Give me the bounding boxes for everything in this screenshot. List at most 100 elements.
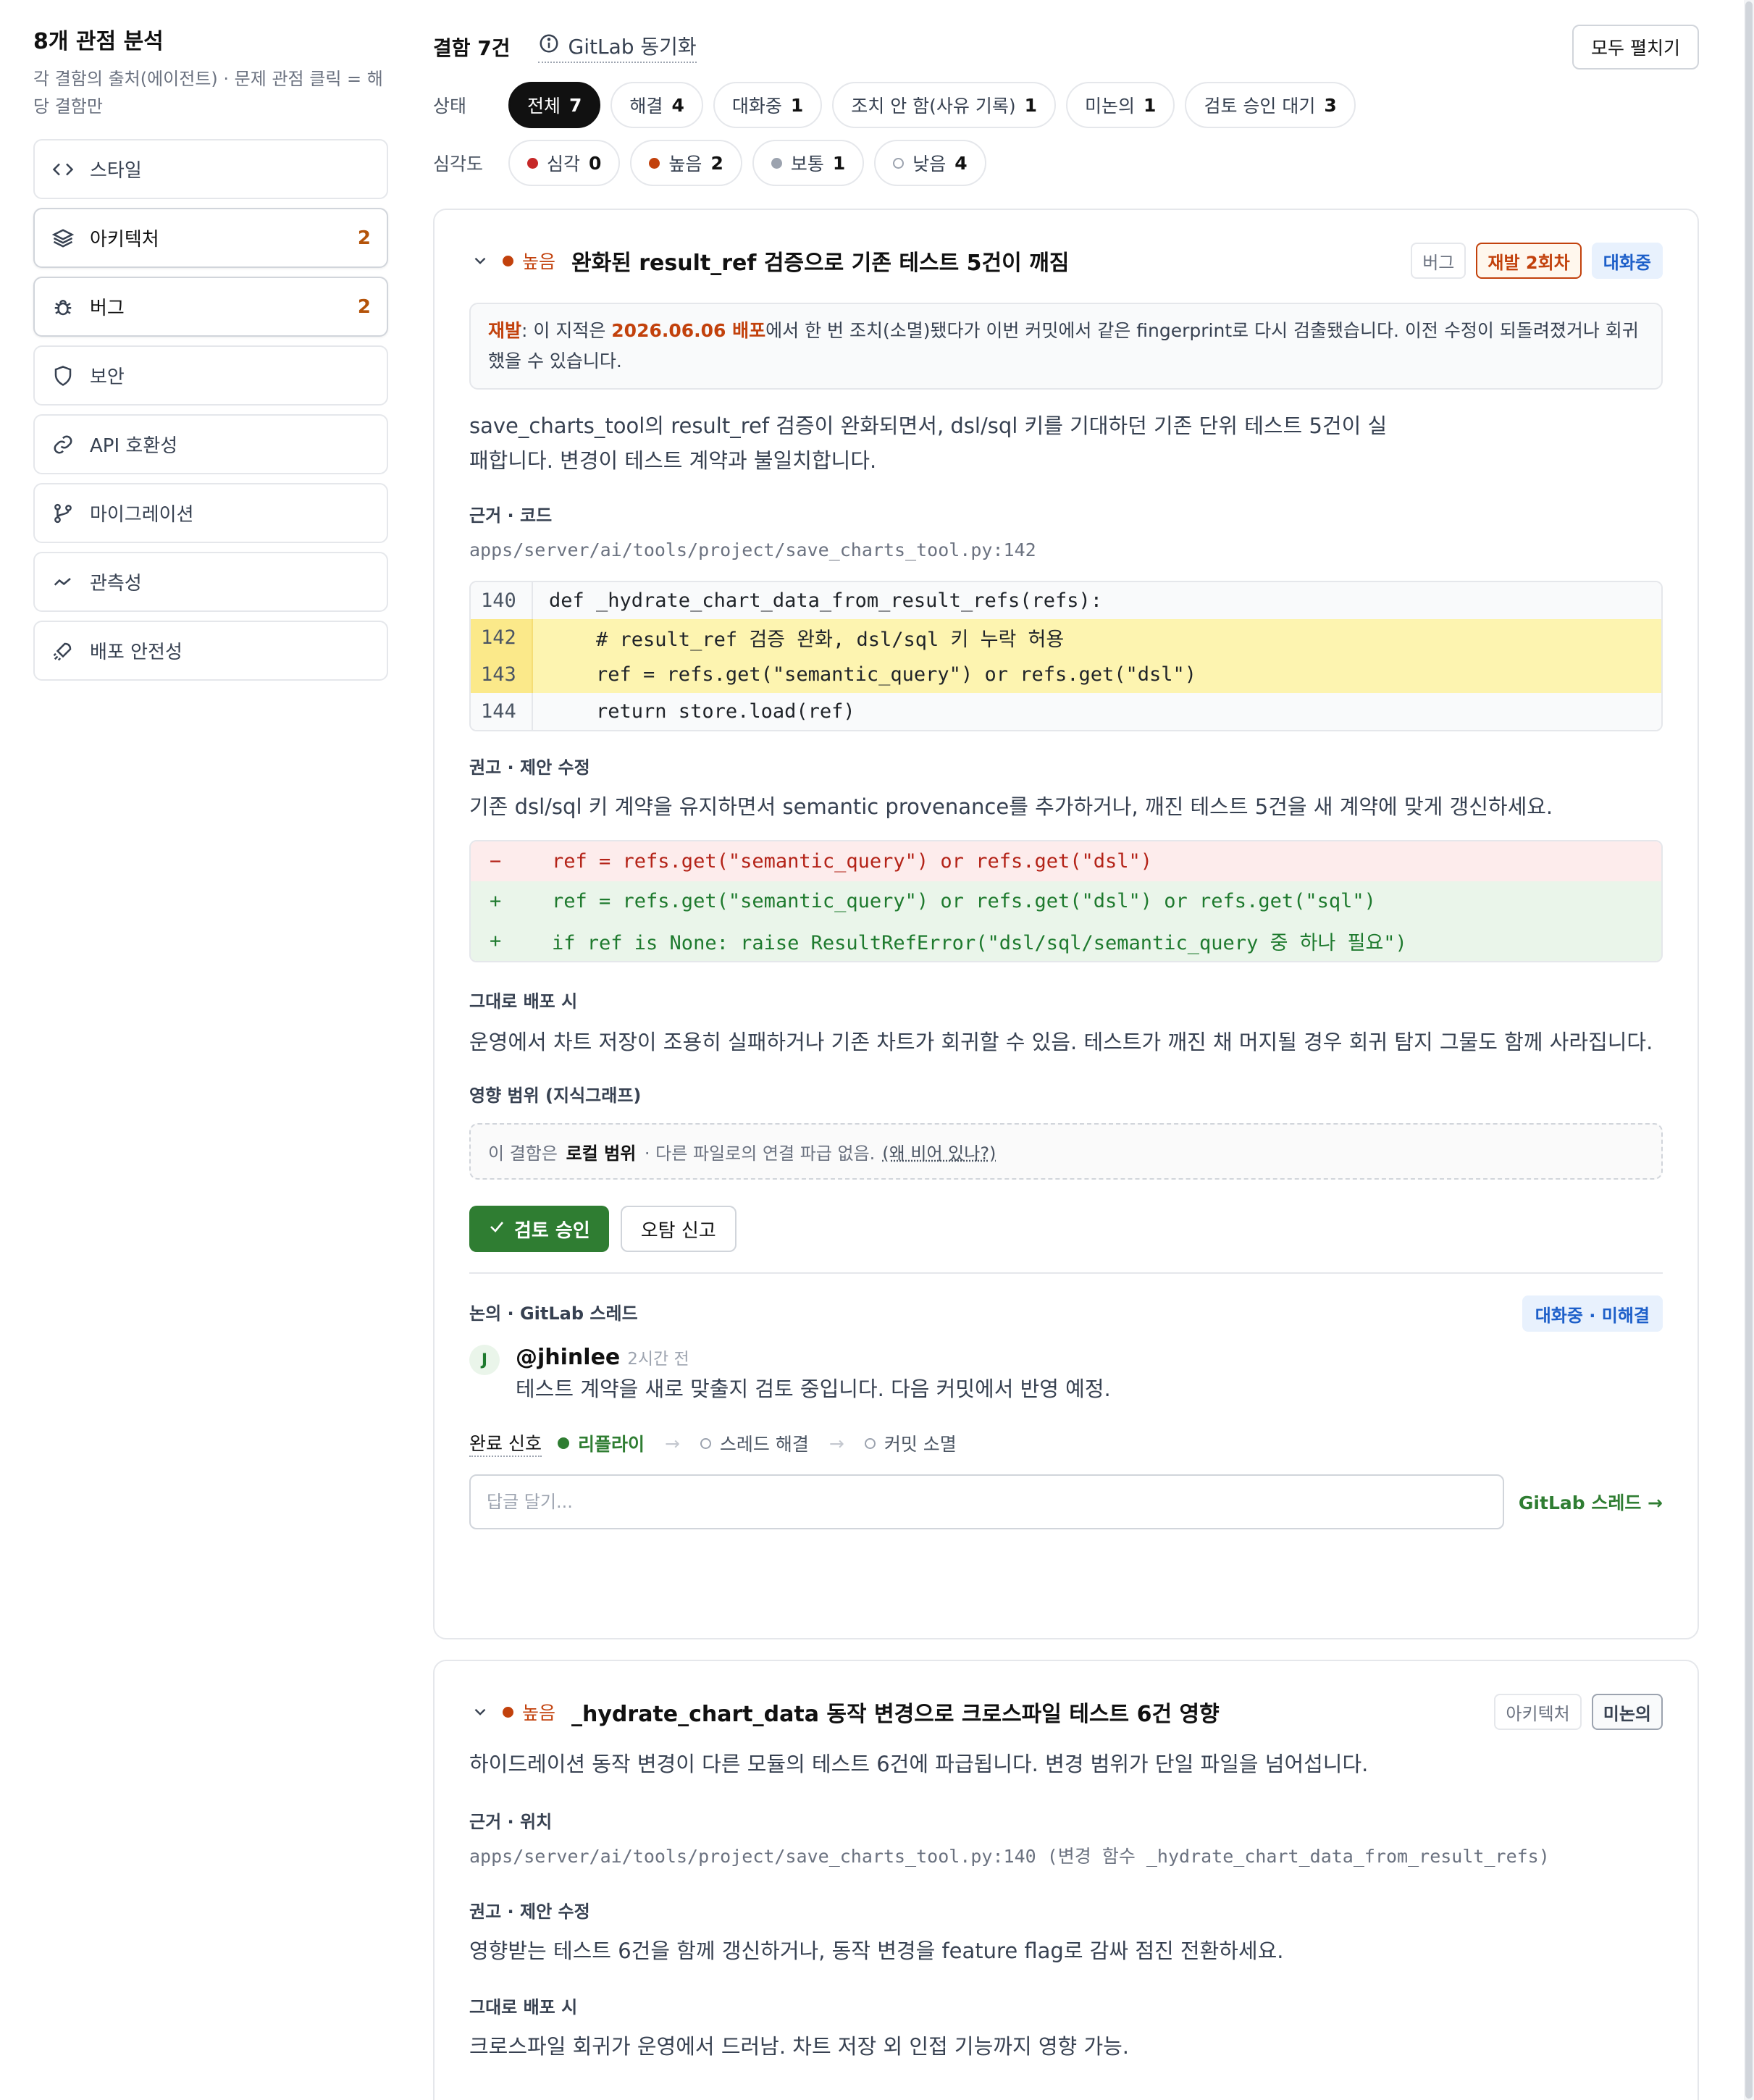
gitlab-sync-label: GitLab 동기화 — [568, 35, 697, 59]
report-false-positive-button[interactable]: 오탐 신고 — [620, 1206, 737, 1252]
code-icon — [52, 159, 74, 180]
reply-row: GitLab 스레드 → — [469, 1474, 1663, 1529]
status-filter-row: 상태 전체 7 해결 4 대화중 1 조치 안 함(사유 기록) 1 미논의 1 검토 승… — [433, 80, 1699, 130]
sidebar-item-deploy-safety[interactable]: 배포 안전성 — [33, 621, 388, 681]
code-text: # result_ref 검증 완화, dsl/sql 키 누락 허용 — [549, 629, 1065, 651]
scrollbar-thumb[interactable] — [1745, 1, 1753, 2099]
code-text: ref = refs.get("semantic_query") or refs… — [549, 663, 1197, 686]
status-chip-undiscussed[interactable]: 미논의 1 — [1066, 82, 1175, 128]
arrow-right-icon: → — [664, 1432, 680, 1454]
code-line-highlighted: 143 ref = refs.get("semantic_query") or … — [471, 656, 1661, 693]
severity-chip-high[interactable]: 높음 2 — [630, 140, 742, 186]
diff-sign: − — [490, 850, 502, 873]
diff-text: ref = refs.get("semantic_query") or refs… — [552, 850, 1153, 873]
sidebar-subtitle: 각 결함의 출처(에이전트) · 문제 관점 클릭 = 해당 결함만 — [33, 69, 383, 117]
line-number: 142 — [471, 619, 533, 656]
avatar: J — [469, 1345, 500, 1375]
chip-count: 4 — [954, 152, 968, 174]
finding-header[interactable]: 높음 완화된 result_ref 검증으로 기존 테스트 5건이 깨짐 버그 … — [469, 226, 1663, 295]
code-text: return store.load(ref) — [549, 700, 855, 723]
sidebar-item-security[interactable]: 보안 — [33, 345, 388, 406]
finding-badges: 아키텍처 미논의 — [1484, 1694, 1663, 1730]
severity-chip-critical[interactable]: 심각 0 — [508, 140, 621, 186]
line-number: 144 — [471, 693, 533, 730]
status-chip-all[interactable]: 전체 7 — [508, 82, 601, 128]
approve-button[interactable]: 검토 승인 — [469, 1206, 609, 1252]
evidence-path[interactable]: apps/server/ai/tools/project/save_charts… — [469, 536, 1663, 565]
finding-actions: 검토 승인 오탐 신고 — [469, 1206, 1663, 1252]
sidebar-item-migration[interactable]: 마이그레이션 — [33, 483, 388, 543]
impact-label: 영향 범위 (지식그래프) — [469, 1085, 642, 1106]
why-empty-link[interactable]: (왜 비어 있나?) — [882, 1139, 996, 1164]
severity-chip-low[interactable]: 낮음 4 — [874, 140, 986, 186]
chip-label: 전체 — [527, 96, 561, 117]
status-badge: 대화중 — [1591, 243, 1663, 279]
sidebar-title: 8개 관점 분석 — [33, 29, 164, 54]
info-icon — [538, 33, 560, 59]
evidence-path[interactable]: apps/server/ai/tools/project/save_charts… — [469, 1842, 1663, 1871]
line-number: 140 — [471, 582, 533, 619]
sidebar-item-style[interactable]: 스타일 — [33, 139, 388, 199]
check-icon — [488, 1218, 505, 1240]
trend-icon — [52, 571, 74, 593]
deploy-risk-text: 크로스파일 회귀가 운영에서 드러남. 차트 저장 외 인접 기능까지 영향 가… — [469, 2034, 1130, 2059]
finding-description: save_charts_tool의 result_ref 검증이 완화되면서, … — [469, 413, 1388, 473]
bug-icon — [52, 296, 74, 318]
chevron-down-icon[interactable] — [469, 1701, 491, 1723]
chip-count: 1 — [1024, 94, 1038, 116]
chip-count: 0 — [589, 152, 602, 174]
status-chip-awaiting-approval[interactable]: 검토 승인 대기 3 — [1185, 82, 1356, 128]
scrollbar[interactable] — [1744, 0, 1754, 2100]
severity-chip-medium[interactable]: 보통 1 — [752, 140, 865, 186]
diff-line-added: + if ref is None: raise ResultRefError("d… — [471, 921, 1661, 961]
comment-author[interactable]: @jhinlee — [516, 1345, 620, 1370]
chip-label: 조치 안 함(사유 기록) — [851, 96, 1016, 117]
status-chip-in-discussion[interactable]: 대화중 1 — [713, 82, 823, 128]
discussion-header: 논의 · GitLab 스레드 대화중 · 미해결 — [469, 1295, 1663, 1332]
status-chip-resolved[interactable]: 해결 4 — [610, 82, 703, 128]
discussion-label: 논의 · GitLab 스레드 — [469, 1303, 638, 1324]
rocket-icon — [52, 640, 74, 662]
severity-filter-label: 심각도 — [433, 154, 484, 175]
line-number: 143 — [471, 656, 533, 693]
sidebar-item-observability[interactable]: 관측성 — [33, 552, 388, 612]
chip-label: 해결 — [629, 96, 663, 117]
chip-count: 3 — [1324, 94, 1337, 116]
sidebar-item-label: 배포 안전성 — [90, 642, 182, 663]
code-line-highlighted: 142 # result_ref 검증 완화, dsl/sql 키 누락 허용 — [471, 619, 1661, 656]
findings-count: 결함 7건 — [433, 36, 511, 60]
notice-prefix: 재발 — [488, 320, 522, 341]
chevron-down-icon[interactable] — [469, 250, 491, 272]
sidebar-item-bug[interactable]: 버그 2 — [33, 277, 388, 337]
gitlab-sync-link[interactable]: GitLab 동기화 — [537, 31, 697, 63]
filled-dot-icon — [557, 1437, 569, 1449]
sidebar-item-label: 마이그레이션 — [90, 504, 194, 526]
shield-icon — [52, 365, 74, 387]
expand-all-button[interactable]: 모두 펼치기 — [1572, 25, 1699, 70]
category-badge: 아키텍처 — [1494, 1694, 1582, 1730]
deploy-risk-label: 그대로 배포 시 — [469, 991, 578, 1012]
finding-header[interactable]: 높음 _hydrate_chart_data 동작 변경으로 크로스파일 테스트… — [469, 1677, 1663, 1747]
chip-count: 4 — [671, 94, 684, 116]
signals-title: 완료 신호 — [469, 1429, 542, 1457]
sidebar-item-architecture[interactable]: 아키텍처 2 — [33, 208, 388, 268]
comment-content: @jhinlee 2시간 전 테스트 계약을 새로 맞출지 검토 중입니다. 다음… — [516, 1345, 1111, 1405]
link-icon — [52, 434, 74, 455]
status-filter-label: 상태 — [433, 96, 467, 117]
chip-count: 1 — [1144, 94, 1157, 116]
signal-reply: 리플라이 — [557, 1430, 645, 1456]
gitlab-thread-link[interactable]: GitLab 스레드 → — [1519, 1489, 1663, 1515]
reply-input[interactable] — [469, 1474, 1504, 1529]
hollow-dot-icon — [700, 1437, 711, 1449]
severity-dot-icon — [503, 255, 513, 266]
sidebar-item-api-compat[interactable]: API 호환성 — [33, 414, 388, 474]
status-chip-wontfix[interactable]: 조치 안 함(사유 기록) 1 — [832, 82, 1057, 128]
layers-icon — [52, 227, 74, 249]
notice-text: : 이 지적은 — [521, 320, 612, 341]
arrow-right-icon: → — [828, 1432, 844, 1454]
sidebar-item-label: 관측성 — [90, 573, 142, 595]
chip-label: 낮음 — [912, 154, 947, 175]
impact-scope: 로컬 범위 — [566, 1143, 637, 1164]
sidebar: 8개 관점 분석 각 결함의 출처(에이전트) · 문제 관점 클릭 = 해당 … — [33, 26, 388, 689]
suggested-diff: − ref = refs.get("semantic_query") or ref… — [469, 840, 1663, 962]
